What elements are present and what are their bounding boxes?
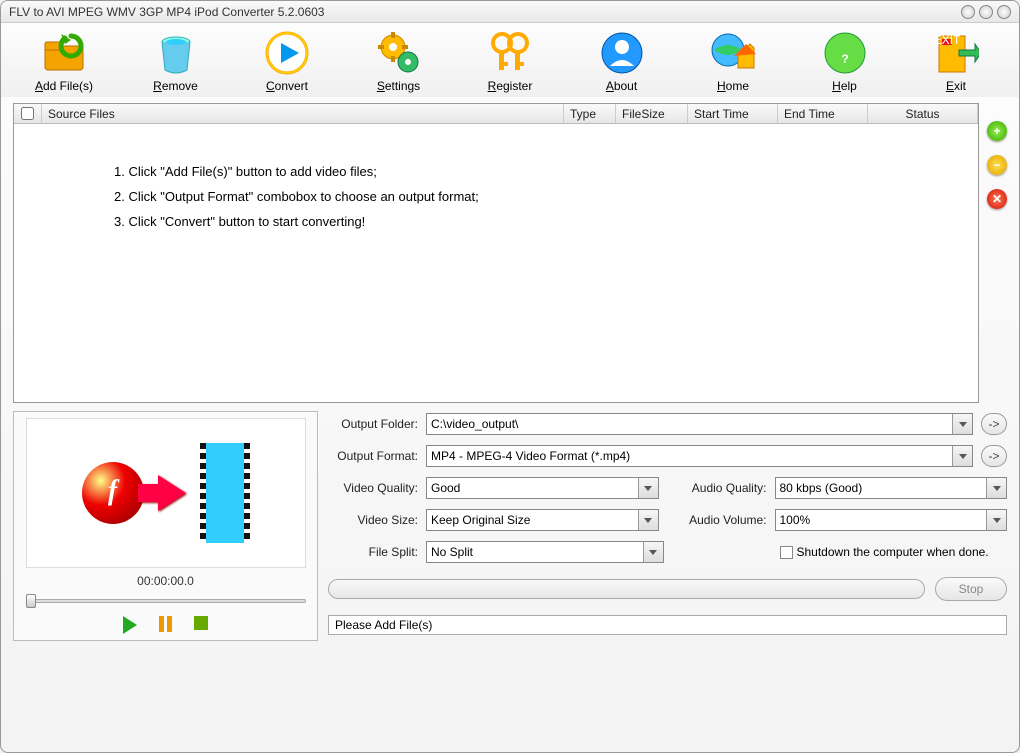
progress-bar (328, 579, 925, 599)
chevron-down-icon (986, 478, 1006, 498)
toolbar: Add File(s) Remove Convert Settings Regi… (1, 23, 1019, 97)
output-format-label: Output Format: (328, 449, 418, 463)
audio-volume-label: Audio Volume: (667, 513, 767, 527)
video-quality-label: Video Quality: (328, 481, 418, 495)
about-button[interactable]: About (577, 29, 667, 93)
app-window: FLV to AVI MPEG WMV 3GP MP4 iPod Convert… (0, 0, 1020, 753)
preview-time: 00:00:00.0 (137, 574, 194, 588)
toolbar-label: Convert (266, 79, 308, 93)
close-button[interactable] (997, 5, 1011, 19)
exit-icon: EXIT (932, 29, 980, 77)
toolbar-label: Home (717, 79, 749, 93)
user-icon (598, 29, 646, 77)
side-buttons: + − ✕ (987, 103, 1007, 403)
content: Source Files Type FileSize Start Time En… (1, 97, 1019, 752)
video-size-combo[interactable]: Keep Original Size (426, 509, 659, 531)
hint-text: 2. Click "Output Format" combobox to cho… (114, 189, 978, 204)
settings-button[interactable]: Settings (354, 29, 444, 93)
play-button[interactable] (123, 616, 137, 634)
output-folder-combo[interactable]: C:\video_output\ (426, 413, 973, 435)
help-button[interactable]: ? Help (800, 29, 890, 93)
chevron-down-icon (952, 414, 972, 434)
toolbar-label: Exit (946, 79, 966, 93)
filmstrip-icon (200, 443, 250, 543)
settings-panel: Output Folder: C:\video_output\ -> Outpu… (328, 411, 1007, 641)
col-size[interactable]: FileSize (616, 104, 688, 123)
chevron-down-icon (986, 510, 1006, 530)
titlebar: FLV to AVI MPEG WMV 3GP MP4 iPod Convert… (1, 1, 1019, 23)
file-split-label: File Split: (328, 545, 418, 559)
list-body[interactable]: 1. Click "Add File(s)" button to add vid… (14, 124, 978, 402)
preview-image (26, 418, 306, 568)
help-icon: ? (821, 29, 869, 77)
svg-text:?: ? (841, 52, 848, 66)
add-item-button[interactable]: + (987, 121, 1007, 141)
folder-add-icon (40, 29, 88, 77)
video-size-label: Video Size: (328, 513, 418, 527)
minimize-button[interactable] (961, 5, 975, 19)
exit-button[interactable]: EXIT Exit (911, 29, 1001, 93)
col-source[interactable]: Source Files (42, 104, 564, 123)
shutdown-label: Shutdown the computer when done. (797, 545, 989, 559)
delete-item-button[interactable]: ✕ (987, 189, 1007, 209)
col-start[interactable]: Start Time (688, 104, 778, 123)
audio-quality-combo[interactable]: 80 kbps (Good) (775, 477, 1008, 499)
maximize-button[interactable] (979, 5, 993, 19)
flash-icon (82, 462, 144, 524)
chevron-down-icon (638, 478, 658, 498)
remove-button[interactable]: Remove (131, 29, 221, 93)
stop-preview-button[interactable] (194, 616, 208, 630)
col-status[interactable]: Status (868, 104, 978, 123)
toolbar-label: Register (488, 79, 533, 93)
audio-quality-label: Audio Quality: (667, 481, 767, 495)
stop-button[interactable]: Stop (935, 577, 1007, 601)
remove-item-button[interactable]: − (987, 155, 1007, 175)
hint-text: 1. Click "Add File(s)" button to add vid… (114, 164, 978, 179)
seek-slider[interactable] (26, 594, 306, 608)
file-list: Source Files Type FileSize Start Time En… (13, 103, 979, 403)
toolbar-label: About (606, 79, 637, 93)
shutdown-checkbox[interactable] (780, 546, 793, 559)
video-quality-combo[interactable]: Good (426, 477, 659, 499)
pause-button[interactable] (159, 616, 172, 634)
audio-volume-combo[interactable]: 100% (775, 509, 1008, 531)
gear-icon (375, 29, 423, 77)
status-text: Please Add File(s) (328, 615, 1007, 635)
toolbar-label: Add File(s) (35, 79, 93, 93)
col-type[interactable]: Type (564, 104, 616, 123)
play-icon (263, 29, 311, 77)
window-title: FLV to AVI MPEG WMV 3GP MP4 iPod Convert… (9, 5, 957, 19)
select-all-checkbox[interactable] (21, 107, 34, 120)
svg-text:EXIT: EXIT (934, 33, 961, 47)
key-icon (486, 29, 534, 77)
chevron-down-icon (638, 510, 658, 530)
home-button[interactable]: Home (688, 29, 778, 93)
register-button[interactable]: Register (465, 29, 555, 93)
col-end[interactable]: End Time (778, 104, 868, 123)
format-options-button[interactable]: -> (981, 445, 1007, 467)
browse-folder-button[interactable]: -> (981, 413, 1007, 435)
list-header: Source Files Type FileSize Start Time En… (14, 104, 978, 124)
output-folder-label: Output Folder: (328, 417, 418, 431)
trash-icon (152, 29, 200, 77)
add-files-button[interactable]: Add File(s) (19, 29, 109, 93)
file-split-combo[interactable]: No Split (426, 541, 664, 563)
hint-text: 3. Click "Convert" button to start conve… (114, 214, 978, 229)
toolbar-label: Remove (153, 79, 198, 93)
home-icon (709, 29, 757, 77)
output-format-combo[interactable]: MP4 - MPEG-4 Video Format (*.mp4) (426, 445, 973, 467)
arrow-icon (158, 475, 186, 511)
chevron-down-icon (952, 446, 972, 466)
toolbar-label: Help (832, 79, 857, 93)
toolbar-label: Settings (377, 79, 420, 93)
convert-button[interactable]: Convert (242, 29, 332, 93)
chevron-down-icon (643, 542, 663, 562)
preview-panel: 00:00:00.0 (13, 411, 318, 641)
